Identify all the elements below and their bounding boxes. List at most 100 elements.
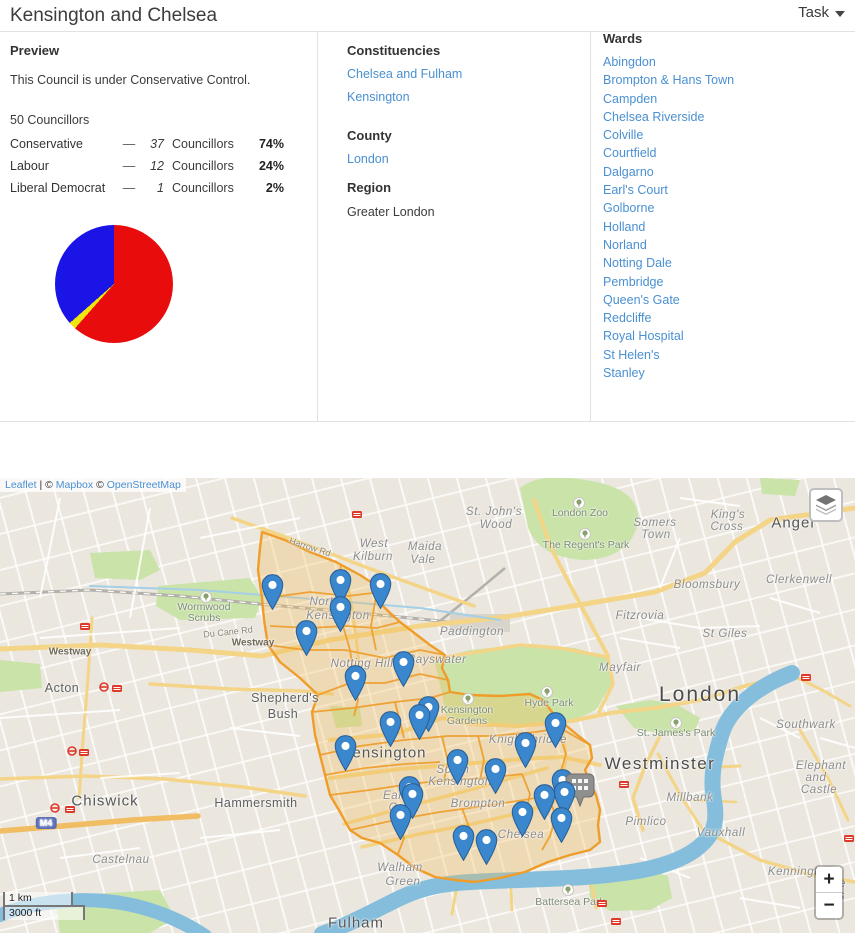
- rail-station-icon: [65, 801, 75, 819]
- underground-icon: [99, 679, 109, 697]
- rail-station-icon: [352, 506, 362, 524]
- layers-control[interactable]: [809, 488, 843, 522]
- underground-icon: [67, 743, 77, 761]
- councillor-dash: —: [118, 181, 140, 195]
- zoom-control: + −: [814, 865, 844, 920]
- details-section: Constituencies Chelsea and FulhamKensing…: [347, 31, 587, 219]
- ward-link[interactable]: Holland: [603, 218, 853, 236]
- caret-down-icon: [835, 11, 845, 17]
- scale-ft: 3000 ft: [3, 905, 85, 920]
- map-pin-marker[interactable]: [261, 574, 284, 615]
- ward-link[interactable]: Chelsea Riverside: [603, 108, 853, 126]
- wards-list: AbingdonBrompton & Hans TownCampdenChels…: [603, 53, 853, 382]
- councillor-row: Liberal Democrat—1Councillors2%: [10, 177, 284, 199]
- park-tree-icon: [579, 527, 591, 545]
- ward-link[interactable]: Norland: [603, 236, 853, 254]
- copyright-symbol: ©: [45, 479, 53, 491]
- party-pie-chart: [55, 225, 173, 343]
- task-dropdown-label: Task: [798, 4, 829, 21]
- map-pin-marker[interactable]: [408, 704, 431, 745]
- leaflet-map[interactable]: LondonWestminsterAngelKensingtonChiswick…: [0, 478, 855, 933]
- constituency-link[interactable]: Chelsea and Fulham: [347, 67, 587, 81]
- park-tree-icon: [573, 496, 585, 514]
- rail-station-icon: [844, 830, 854, 848]
- councillor-row: Labour—12Councillors24%: [10, 155, 284, 177]
- zoom-out-button[interactable]: −: [816, 893, 842, 918]
- rail-station-icon: [112, 680, 122, 698]
- councillor-pct: 24%: [242, 159, 284, 173]
- rail-station-icon: [611, 913, 621, 931]
- constituency-link[interactable]: Kensington: [347, 90, 587, 104]
- map-pin-marker[interactable]: [475, 829, 498, 870]
- map-pin-marker[interactable]: [379, 711, 402, 752]
- councillor-count: 1: [140, 181, 168, 195]
- ward-link[interactable]: Earl's Court: [603, 181, 853, 199]
- divider-bottom: [0, 421, 855, 422]
- map-pin-marker[interactable]: [295, 620, 318, 661]
- councillor-row: Conservative—37Councillors74%: [10, 133, 284, 155]
- councillor-table: Conservative—37Councillors74%Labour—12Co…: [10, 133, 284, 199]
- rail-station-icon: [80, 618, 90, 636]
- councillor-pct: 2%: [242, 181, 284, 195]
- councillor-unit: Councillors: [168, 137, 242, 151]
- ward-link[interactable]: Royal Hospital: [603, 327, 853, 345]
- map-attribution: Leaflet | © Mapbox © OpenStreetMap: [0, 478, 186, 492]
- map-pin-marker[interactable]: [514, 732, 537, 773]
- park-tree-icon: [541, 685, 553, 703]
- layers-icon: [815, 495, 837, 515]
- map-pin-marker[interactable]: [550, 807, 573, 848]
- map-pin-marker[interactable]: [334, 735, 357, 776]
- ward-link[interactable]: St Helen's: [603, 346, 853, 364]
- map-pin-marker[interactable]: [389, 804, 412, 845]
- park-tree-icon: [462, 692, 474, 710]
- ward-link[interactable]: Stanley: [603, 364, 853, 382]
- zoom-in-button[interactable]: +: [816, 867, 842, 893]
- map-pin-marker[interactable]: [544, 712, 567, 753]
- map-pin-marker[interactable]: [452, 825, 475, 866]
- ward-link[interactable]: Brompton & Hans Town: [603, 71, 853, 89]
- ward-link[interactable]: Golborne: [603, 199, 853, 217]
- rail-station-icon: [619, 776, 629, 794]
- rail-station-icon: [79, 744, 89, 762]
- underground-icon: [50, 800, 60, 818]
- ward-link[interactable]: Pembridge: [603, 273, 853, 291]
- map-pin-marker[interactable]: [369, 573, 392, 614]
- council-page: Kensington and Chelsea Task Preview This…: [0, 0, 855, 933]
- rail-station-icon: [801, 669, 811, 687]
- ward-link[interactable]: Campden: [603, 90, 853, 108]
- preview-section: Preview This Council is under Conservati…: [10, 31, 310, 199]
- ward-link[interactable]: Courtfield: [603, 144, 853, 162]
- ward-link[interactable]: Abingdon: [603, 53, 853, 71]
- councillor-party: Labour: [10, 159, 118, 173]
- map-pin-marker[interactable]: [344, 665, 367, 706]
- map-pin-marker[interactable]: [511, 801, 534, 842]
- ward-link[interactable]: Redcliffe: [603, 309, 853, 327]
- councillor-unit: Councillors: [168, 181, 242, 195]
- map-pin-marker[interactable]: [329, 596, 352, 637]
- region-value: Greater London: [347, 205, 587, 219]
- park-tree-icon: [200, 590, 212, 608]
- county-link[interactable]: London: [347, 152, 587, 166]
- task-dropdown[interactable]: Task: [798, 4, 845, 21]
- ward-link[interactable]: Dalgarno: [603, 163, 853, 181]
- osm-link[interactable]: OpenStreetMap: [107, 479, 181, 491]
- preview-heading: Preview: [10, 43, 310, 58]
- mapbox-link[interactable]: Mapbox: [56, 479, 93, 491]
- ward-link[interactable]: Notting Dale: [603, 254, 853, 272]
- copyright-symbol: ©: [96, 479, 104, 491]
- ward-link[interactable]: Queen's Gate: [603, 291, 853, 309]
- councillor-pct: 74%: [242, 137, 284, 151]
- map-pin-marker[interactable]: [484, 758, 507, 799]
- scale-control: 1 km 3000 ft: [3, 892, 85, 920]
- map-pin-marker[interactable]: [392, 651, 415, 692]
- page-title: Kensington and Chelsea: [10, 5, 217, 27]
- wards-section: Wards AbingdonBrompton & Hans TownCampde…: [603, 31, 853, 382]
- leaflet-link[interactable]: Leaflet: [5, 479, 37, 491]
- ward-link[interactable]: Colville: [603, 126, 853, 144]
- control-text: This Council is under Conservative Contr…: [10, 73, 310, 87]
- councillor-unit: Councillors: [168, 159, 242, 173]
- divider-col2: [590, 32, 591, 421]
- county-heading: County: [347, 128, 587, 143]
- map-pin-marker[interactable]: [446, 749, 469, 790]
- park-tree-icon: [562, 883, 574, 901]
